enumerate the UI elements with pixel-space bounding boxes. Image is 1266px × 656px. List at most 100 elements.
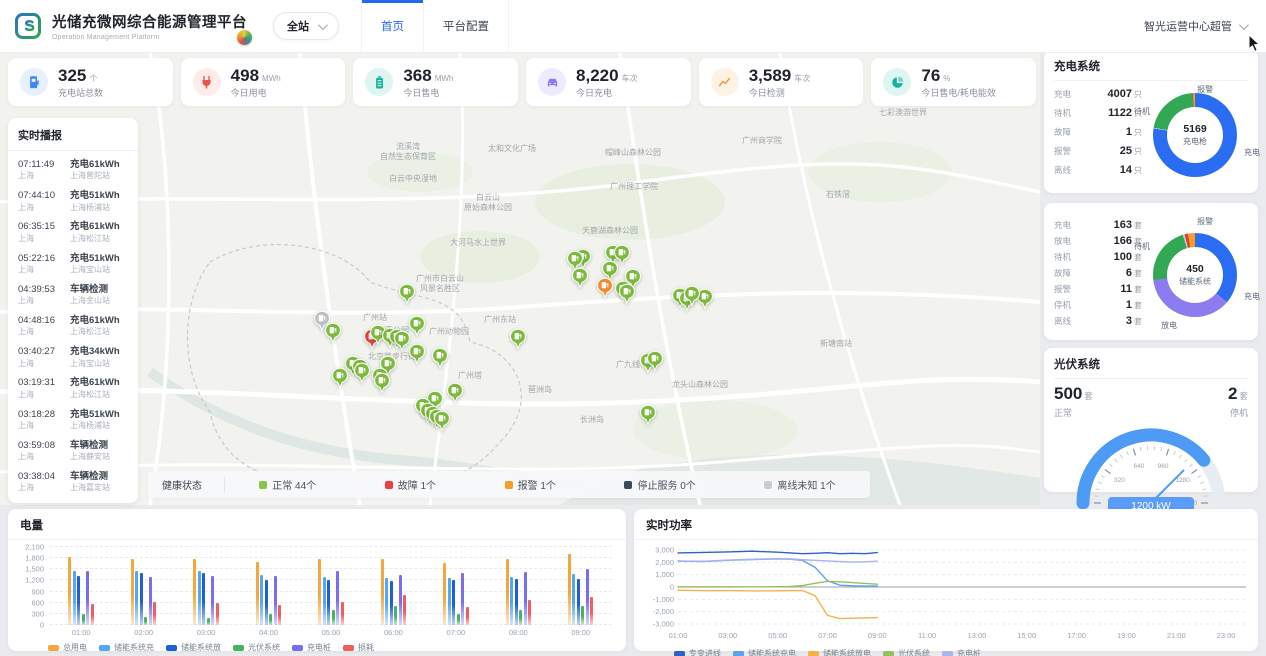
pv-stopped-value: 2 [1228,384,1237,403]
legend-item[interactable]: 总用电 [48,642,87,653]
bar-储能系统放 [77,576,80,625]
chevron-down-icon [318,20,328,30]
map-pin-normal[interactable] [398,283,416,305]
legend-item[interactable]: 充电桩 [942,648,981,656]
legend-label: 储能系统充电 [748,648,796,656]
bar-充电桩 [524,572,527,625]
legend-item[interactable]: 储能系统放电 [808,648,871,656]
health-legend-title: 健康状态 [148,477,225,492]
bar-group[interactable] [318,547,344,625]
legend-item[interactable]: 储能系统充 [99,642,154,653]
broadcast-event: 车辆检测上海静安站 [70,440,110,462]
bar-总用电 [318,559,321,625]
svg-text:2,000: 2,000 [655,558,674,567]
legend-item[interactable]: 专变进线 [674,648,721,656]
map-pin-normal[interactable] [431,347,449,369]
map-pin-normal[interactable] [646,350,664,372]
list-item[interactable]: 04:39:53上海车辆检测上海金山站 [18,279,128,310]
list-item[interactable]: 03:19:31上海充电61kWh上海松江站 [18,372,128,403]
x-axis-labels: 01:0002:0003:0004:0005:0006:0007:0008:00… [50,628,612,637]
broadcast-time: 06:35:15上海 [18,221,62,243]
map-pin-normal[interactable] [373,372,391,394]
bar-储能系统放 [515,579,518,625]
tab-platform-config[interactable]: 平台配置 [424,0,509,52]
charging-donut-label: 充电枪 [1183,136,1207,147]
legend-label: 故障 1个 [398,477,436,492]
list-item[interactable]: 04:48:16上海充电61kWh上海松江站 [18,310,128,341]
bar-group[interactable] [131,547,157,625]
map-pin-normal[interactable] [639,404,657,426]
map-pin-normal[interactable] [618,283,636,305]
svg-text:320: 320 [1114,477,1125,484]
legend-item[interactable]: 损耗 [343,642,374,653]
broadcast-list[interactable]: 07:11:49上海充电61kWh上海普陀站07:44:10上海充电51kWh上… [8,151,138,497]
legend-item[interactable]: 充电桩 [292,642,331,653]
bar-group[interactable] [443,547,469,625]
y-axis-label: 900 [14,587,44,596]
legend-label: 光伏系统 [898,648,930,656]
bar-储能系统放 [577,579,580,625]
kpi-unit: MWh [262,74,281,83]
bar-group[interactable] [193,547,219,625]
map-pin-normal[interactable] [446,382,464,404]
bar-group[interactable] [506,547,532,625]
trend-icon [711,68,739,96]
map-pin-normal[interactable] [433,410,451,432]
map-pin-normal[interactable] [571,267,589,289]
list-item[interactable]: 06:35:15上海充电61kWh上海松江站 [18,216,128,247]
bar-损耗 [153,602,156,625]
user-menu[interactable]: 智光运营中心超管 [1144,18,1246,34]
station-selector[interactable]: 全站 [273,12,339,40]
stat-unit: 套 [1134,269,1142,278]
stat-row: 离线3套 [1054,315,1142,331]
legend-item[interactable]: 储能系统充电 [733,648,796,656]
map-pin-normal[interactable] [331,367,349,389]
bar-group[interactable] [381,547,407,625]
list-item[interactable]: 07:44:10上海充电51kWh上海杨浦站 [18,185,128,216]
bar-group[interactable] [256,547,282,625]
dashboard: 流溪湾 自然生态保育区白云中央湿地太和文化广场帽峰山森林公园广州商学院七彩澳游世… [0,0,1266,656]
map-pin-alarm[interactable] [596,277,614,299]
main-nav: 首页 平台配置 [361,0,509,52]
map-pin-normal[interactable] [353,362,371,384]
legend-swatch [343,645,354,651]
x-axis-label: 06:00 [384,628,403,637]
charging-donut-value: 5169 [1183,123,1206,135]
x-axis-label: 01:00 [72,628,91,637]
bar-group[interactable] [68,547,94,625]
svg-text:19:00: 19:00 [1117,631,1136,640]
bar-group[interactable] [568,547,594,625]
legend-item[interactable]: 光伏系统 [883,648,930,656]
list-item[interactable]: 03:18:28上海充电51kWh上海杨浦站 [18,404,128,435]
kpi-row: 325个充电站总数498MWh今日用电368MWh今日售电8,220车次今日充电… [8,58,1036,106]
energy-chart-card: 电量 01:0002:0003:0004:0005:0006:0007:0008… [8,509,626,651]
list-item[interactable]: 03:59:08上海车辆检测上海静安站 [18,435,128,466]
map-pin-normal[interactable] [324,322,342,344]
list-item[interactable]: 03:38:04上海车辆检测上海嘉定站 [18,466,128,497]
map-pin-normal[interactable] [683,285,701,307]
legend-label: 储能系统充 [114,642,154,653]
charging-donut-chart: 5169 充电枪 [1153,93,1237,177]
pv-stopped-stat: 2套 停机 [1228,384,1248,419]
list-item[interactable]: 07:11:49上海充电61kWh上海普陀站 [18,154,128,185]
legend-label: 充电桩 [307,642,331,653]
legend-label: 报警 1个 [518,477,556,492]
tab-home[interactable]: 首页 [361,0,424,52]
list-item[interactable]: 05:22:16上海充电51kWh上海宝山站 [18,248,128,279]
legend-item[interactable]: 储能系统放 [166,642,221,653]
kpi-content: 498MWh今日用电 [231,67,281,98]
legend-item[interactable]: 光伏系统 [233,642,280,653]
kpi-content: 8,220车次今日充电 [576,67,638,98]
map-pin-normal[interactable] [408,343,426,365]
bar-充电桩 [149,577,152,625]
broadcast-time: 04:48:16上海 [18,315,62,337]
map-pin-normal[interactable] [509,328,527,350]
y-axis-label: 300 [14,609,44,618]
bar-损耗 [216,603,219,625]
stat-value: 11套 [1120,283,1142,295]
map-canvas[interactable]: 流溪湾 自然生态保育区白云中央湿地太和文化广场帽峰山森林公园广州商学院七彩澳游世… [0,52,1040,505]
app-title: 光储充微网综合能源管理平台 [52,11,247,32]
kpi-content: 368MWh今日售电 [403,67,453,98]
list-item[interactable]: 03:40:27上海充电34kWh上海宝山站 [18,341,128,372]
legend-swatch [733,651,744,656]
